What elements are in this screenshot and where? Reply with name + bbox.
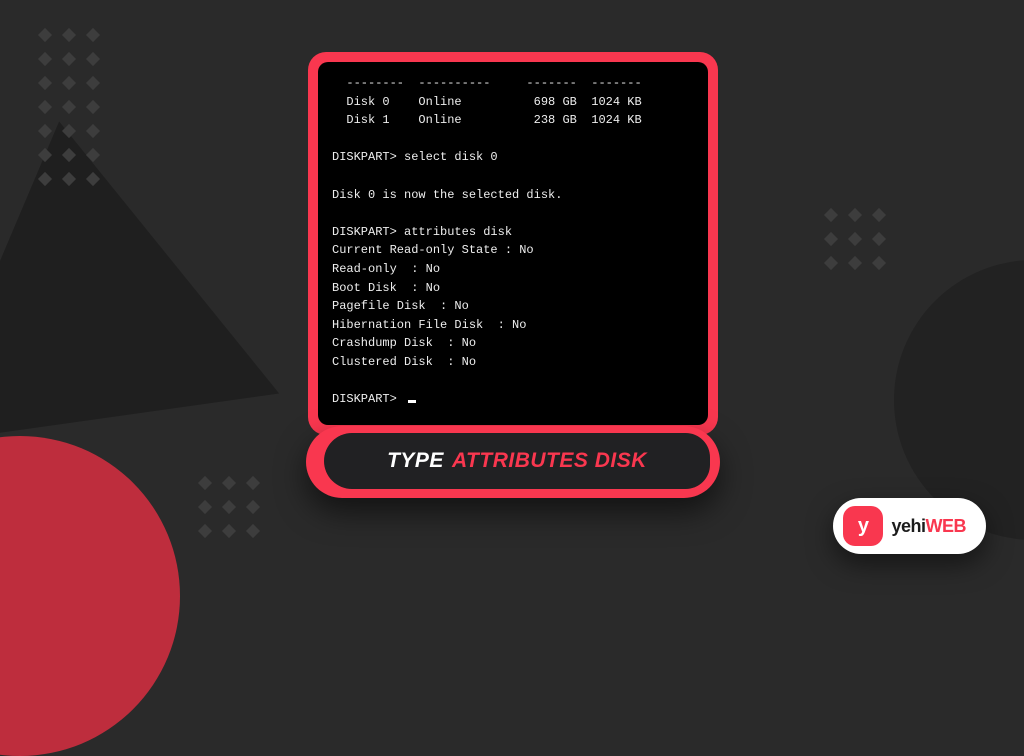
terminal-cursor (408, 400, 416, 403)
disk-row-1: Disk 1 Online 238 GB 1024 KB (332, 113, 642, 127)
command-attributes-disk: DISKPART> attributes disk (332, 225, 512, 239)
instruction-caption-inner: TYPE ATTRIBUTES DISK (324, 433, 710, 489)
disk-table-rule: -------- ---------- ------- ------- (332, 76, 642, 90)
terminal-output: -------- ---------- ------- ------- Disk… (318, 62, 708, 425)
brand-logo: y yehiWEB (833, 498, 986, 554)
caption-highlight: ATTRIBUTES DISK (452, 449, 647, 473)
attr-crashdump-disk: Crashdump Disk : No (332, 336, 476, 350)
brand-name-plain: yehi (891, 516, 925, 536)
brand-name-accent: WEB (926, 516, 967, 536)
brand-name: yehiWEB (891, 516, 966, 537)
diskpart-prompt: DISKPART> (332, 392, 397, 406)
attr-pagefile-disk: Pagefile Disk : No (332, 299, 469, 313)
decorative-dots-bottom-left (200, 478, 258, 536)
command-select-disk: DISKPART> select disk 0 (332, 150, 498, 164)
attr-read-only-state: Current Read-only State : No (332, 243, 534, 257)
background-circle-red (0, 436, 180, 756)
decorative-dots-top-left (40, 30, 98, 184)
decorative-dots-right (826, 210, 884, 268)
attr-hibernation-disk: Hibernation File Disk : No (332, 318, 526, 332)
select-disk-confirmation: Disk 0 is now the selected disk. (332, 188, 562, 202)
disk-row-0: Disk 0 Online 698 GB 1024 KB (332, 95, 642, 109)
attr-clustered-disk: Clustered Disk : No (332, 355, 476, 369)
instruction-caption: TYPE ATTRIBUTES DISK (306, 426, 720, 498)
brand-badge: y (843, 506, 883, 546)
attr-boot-disk: Boot Disk : No (332, 281, 440, 295)
caption-lead: TYPE (387, 449, 444, 473)
terminal-frame: -------- ---------- ------- ------- Disk… (308, 52, 718, 435)
attr-read-only: Read-only : No (332, 262, 440, 276)
brand-badge-letter: y (858, 515, 869, 538)
